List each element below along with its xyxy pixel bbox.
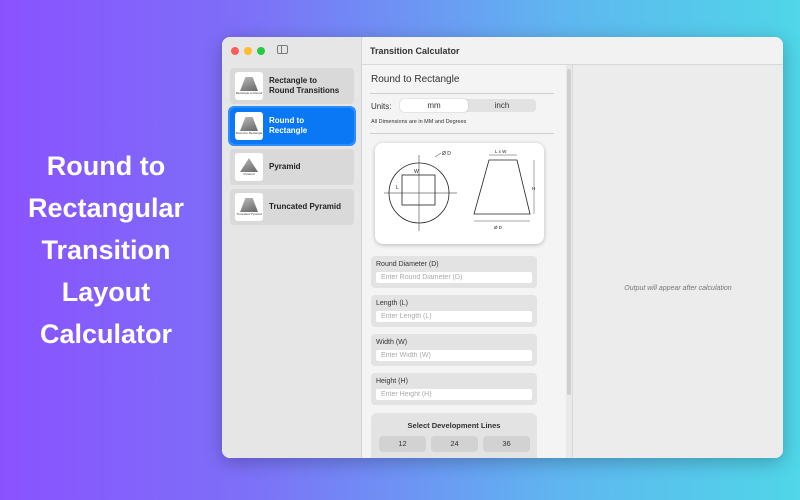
dev-lines-36-button[interactable]: 36	[483, 436, 530, 452]
width-input[interactable]	[376, 350, 532, 361]
development-lines-title: Select Development Lines	[407, 421, 501, 430]
height-input[interactable]	[376, 389, 532, 400]
promo-line: Layout	[61, 277, 151, 307]
width-label: W	[414, 169, 419, 175]
thumb-caption: Rectangle to Round	[235, 91, 263, 95]
frustum-icon: Rectangle to Round	[235, 72, 263, 100]
promo-line: Rectangular	[27, 193, 185, 223]
divider	[370, 133, 554, 134]
divider	[370, 93, 554, 94]
dev-lines-24-button[interactable]: 24	[431, 436, 478, 452]
height-label: H	[532, 186, 535, 191]
sidebar-item-round-to-rectangle[interactable]: Round to Rectangle Round to Rectangle	[228, 106, 356, 146]
thumb-caption: Truncated Pyramid	[236, 212, 262, 216]
field-label: Width (W)	[376, 339, 408, 346]
promo-line: Round to	[46, 151, 166, 181]
units-segmented-control: mm inch	[400, 99, 536, 112]
window-title: Transition Calculator	[370, 46, 460, 56]
form-title: Round to Rectangle	[371, 74, 460, 85]
sidebar-toggle-icon[interactable]	[277, 45, 288, 54]
round-diameter-field-group: Round Diameter (D)	[371, 256, 537, 288]
pyramid-icon: Pyramid	[235, 153, 263, 181]
thumb-caption: Round to Rectangle	[235, 131, 263, 135]
sidebar-item-label: Truncated Pyramid	[269, 202, 342, 211]
content-area: Transition Calculator Round to Rectangle…	[362, 37, 783, 458]
close-window-button[interactable]	[231, 47, 239, 55]
promo-line: Calculator	[39, 319, 173, 349]
scrollbar-thumb[interactable]	[567, 69, 571, 395]
height-field-group: Height (H)	[371, 373, 537, 405]
frustum-icon: Round to Rectangle	[235, 112, 263, 140]
transition-diagram: Ø D W L L x W Ø D H	[375, 143, 544, 244]
sidebar-item-rectangle-to-round[interactable]: Rectangle to Round Rectangle to Round Tr…	[230, 68, 354, 104]
round-diameter-input[interactable]	[376, 272, 532, 283]
sidebar-item-pyramid[interactable]: Pyramid Pyramid	[230, 149, 354, 185]
thumb-caption: Pyramid	[243, 172, 255, 176]
field-label: Length (L)	[376, 300, 408, 307]
dimensions-note: All Dimensions are in MM and Degrees	[371, 119, 467, 125]
promo-headline: Round to Rectangular Transition Layout C…	[0, 145, 212, 355]
title-bar: Transition Calculator	[362, 37, 783, 65]
diameter-label: Ø D	[442, 151, 451, 157]
window-controls	[231, 47, 265, 55]
sidebar-item-label: Pyramid	[269, 162, 301, 171]
units-mm-option[interactable]: mm	[400, 99, 468, 112]
length-input[interactable]	[376, 311, 532, 322]
bottom-dimension-label: Ø D	[494, 225, 503, 230]
units-inch-option[interactable]: inch	[468, 99, 536, 112]
output-placeholder: Output will appear after calculation	[624, 285, 732, 292]
units-label: Units:	[371, 102, 392, 111]
sidebar-item-label: Round to Rectangle	[269, 116, 308, 135]
sidebar-item-truncated-pyramid[interactable]: Truncated Pyramid Truncated Pyramid	[230, 189, 354, 225]
field-label: Round Diameter (D)	[376, 261, 439, 268]
sidebar-item-label: Rectangle to Round Transitions	[269, 76, 340, 95]
length-field-group: Length (L)	[371, 295, 537, 327]
minimize-window-button[interactable]	[244, 47, 252, 55]
promo-line: Transition	[41, 235, 171, 265]
frustum-icon: Truncated Pyramid	[235, 193, 263, 221]
diagram-drawing: Ø D W L L x W Ø D H	[384, 149, 535, 231]
development-lines-panel: Select Development Lines 12 24 36	[371, 413, 537, 458]
width-field-group: Width (W)	[371, 334, 537, 366]
output-panel: Output will appear after calculation	[572, 65, 783, 458]
sidebar: Rectangle to Round Rectangle to Round Tr…	[222, 37, 362, 458]
input-form: Round to Rectangle Units: mm inch All Di…	[362, 65, 566, 458]
dev-lines-12-button[interactable]: 12	[379, 436, 426, 452]
length-label: L	[396, 185, 399, 191]
top-dimension-label: L x W	[495, 149, 507, 154]
field-label: Height (H)	[376, 378, 408, 385]
app-window: Rectangle to Round Rectangle to Round Tr…	[222, 37, 783, 458]
zoom-window-button[interactable]	[257, 47, 265, 55]
